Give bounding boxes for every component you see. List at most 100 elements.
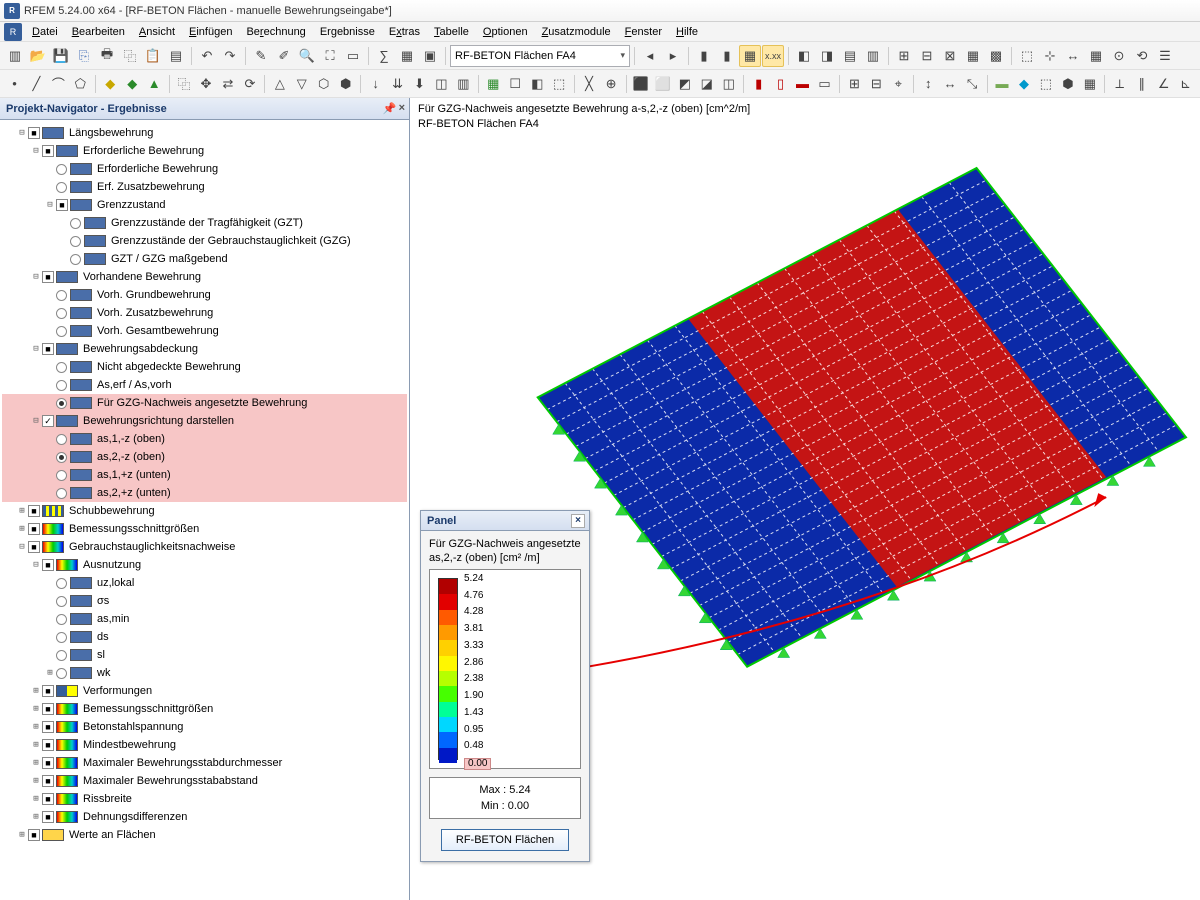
node-grenzzustand[interactable]: ⊟■Grenzzustand [2, 196, 407, 214]
t2-h1[interactable]: ╳ [579, 73, 600, 95]
menu-extras[interactable]: Extras [383, 24, 426, 40]
t2-l4[interactable]: ◫ [431, 73, 452, 95]
t2-w1[interactable]: ⊞ [844, 73, 865, 95]
node-gzg-nachweis[interactable]: Für GZG-Nachweis angesetzte Bewehrung [2, 394, 407, 412]
t2-g4[interactable]: ⬚ [549, 73, 570, 95]
t2-l3[interactable]: ⬇ [409, 73, 430, 95]
tb-grid[interactable]: ▦ [1085, 45, 1107, 67]
nav-pin-icon[interactable]: 📌 [383, 102, 397, 115]
menu-ansicht[interactable]: Ansicht [133, 24, 181, 40]
menu-bearbeiten[interactable]: Bearbeiten [66, 24, 131, 40]
tb-node[interactable]: ⊙ [1108, 45, 1130, 67]
t2-l1[interactable]: ↓ [365, 73, 386, 95]
t2-mv[interactable]: ✥ [196, 73, 217, 95]
menu-fenster[interactable]: Fenster [619, 24, 668, 40]
tb-iso[interactable]: ▦ [739, 45, 761, 67]
tb-next[interactable]: ▸ [662, 45, 684, 67]
t2-a2[interactable]: ◆ [122, 73, 143, 95]
t2-z1[interactable]: ⟂ [1109, 73, 1130, 95]
node-gzg[interactable]: Grenzzustände der Gebrauchstauglichkeit … [2, 232, 407, 250]
menu-tabelle[interactable]: Tabelle [428, 24, 475, 40]
t2-y2[interactable]: ◆ [1014, 73, 1035, 95]
t2-z4[interactable]: ⊾ [1175, 73, 1196, 95]
t2-a3[interactable]: ▲ [144, 73, 165, 95]
t2-z3[interactable]: ∠ [1153, 73, 1174, 95]
t2-l2[interactable]: ⇊ [387, 73, 408, 95]
node-ds[interactable]: ds [2, 628, 407, 646]
tb-grp2[interactable]: ◨ [816, 45, 838, 67]
tb-axis[interactable]: ⊹ [1039, 45, 1061, 67]
t2-s2[interactable]: ▽ [291, 73, 312, 95]
t2-r3[interactable]: ▬ [792, 73, 813, 95]
results-combo[interactable]: RF-BETON Flächen FA4 [450, 45, 630, 67]
tb-sel[interactable]: ▭ [342, 45, 364, 67]
tb-m4[interactable]: ▦ [962, 45, 984, 67]
node-erf-bewehrung-grp[interactable]: ⊟■Erforderliche Bewehrung [2, 142, 407, 160]
node-mindest[interactable]: ⊞■Mindestbewehrung [2, 736, 407, 754]
t2-v3[interactable]: ◩ [674, 73, 695, 95]
tb-print[interactable]: 🖶 [96, 45, 118, 67]
tb-undo[interactable]: ↶ [196, 45, 218, 67]
tb-zoomext[interactable]: ⛶ [319, 45, 341, 67]
t2-arc[interactable]: ⌒ [48, 73, 69, 95]
menu-datei[interactable]: Datei [26, 24, 64, 40]
node-vorh-zusatz[interactable]: Vorh. Zusatzbewehrung [2, 304, 407, 322]
menu-ergebnisse[interactable]: Ergebnisse [314, 24, 381, 40]
t2-s4[interactable]: ⬢ [335, 73, 356, 95]
menu-zusatzmodule[interactable]: Zusatzmodule [536, 24, 617, 40]
t2-s3[interactable]: ⬡ [313, 73, 334, 95]
tb-bar1[interactable]: ▮ [693, 45, 715, 67]
node-as-ratio[interactable]: As,erf / As,vorh [2, 376, 407, 394]
t2-rt[interactable]: ⟳ [239, 73, 260, 95]
node-ausnutzung[interactable]: ⊟■Ausnutzung [2, 556, 407, 574]
tb-copy[interactable]: ⿻ [119, 45, 141, 67]
t2-x3[interactable]: ⤡ [962, 73, 983, 95]
menu-optionen[interactable]: Optionen [477, 24, 534, 40]
node-maxdurch[interactable]: ⊞■Maximaler Bewehrungsstabdurchmesser [2, 754, 407, 772]
tb-calc[interactable]: ∑ [373, 45, 395, 67]
t2-r2[interactable]: ▯ [770, 73, 791, 95]
node-as2-oben[interactable]: as,2,-z (oben) [2, 448, 407, 466]
t2-w3[interactable]: ⌖ [888, 73, 909, 95]
t2-pt[interactable]: • [4, 73, 25, 95]
node-maxabst[interactable]: ⊞■Maximaler Bewehrungsstababstand [2, 772, 407, 790]
tb-save2[interactable]: ⎘ [73, 45, 95, 67]
tb-cube[interactable]: ⬚ [1016, 45, 1038, 67]
t2-g2[interactable]: ☐ [505, 73, 526, 95]
t2-x2[interactable]: ↔ [940, 73, 961, 95]
tb-prev[interactable]: ◂ [639, 45, 661, 67]
tb-m1[interactable]: ⊞ [893, 45, 915, 67]
t2-mr[interactable]: ⇄ [217, 73, 238, 95]
node-richtung-darstellen[interactable]: ⊟✓Bewehrungsrichtung darstellen [2, 412, 407, 430]
color-scale-panel[interactable]: Panel × Für GZG-Nachweis angesetzte as,2… [420, 510, 590, 862]
node-vorh-gesamt[interactable]: Vorh. Gesamtbewehrung [2, 322, 407, 340]
tb-m3[interactable]: ⊠ [939, 45, 961, 67]
menu-einfuegen[interactable]: Einfügen [183, 24, 238, 40]
tb-edit2[interactable]: ✐ [273, 45, 295, 67]
tb-rot[interactable]: ⟲ [1131, 45, 1153, 67]
t2-x1[interactable]: ↕ [918, 73, 939, 95]
node-bemessung2[interactable]: ⊞■Bemessungsschnittgrößen [2, 700, 407, 718]
node-sl[interactable]: sl [2, 646, 407, 664]
t2-poly[interactable]: ⬠ [70, 73, 91, 95]
tb-edit1[interactable]: ✎ [250, 45, 272, 67]
t2-g1[interactable]: ▦ [483, 73, 504, 95]
t2-r4[interactable]: ▭ [814, 73, 835, 95]
node-dehnung[interactable]: ⊞■Dehnungsdifferenzen [2, 808, 407, 826]
tb-tbl[interactable]: ▦ [396, 45, 418, 67]
node-as1-unten[interactable]: as,1,+z (unten) [2, 466, 407, 484]
tb-m5[interactable]: ▩ [985, 45, 1007, 67]
tb-grp1[interactable]: ◧ [793, 45, 815, 67]
node-uz[interactable]: uz,lokal [2, 574, 407, 592]
node-vorh-grund[interactable]: Vorh. Grundbewehrung [2, 286, 407, 304]
tb-bar2[interactable]: ▮ [716, 45, 738, 67]
t2-cp[interactable]: ⿻ [174, 73, 195, 95]
tb-paste[interactable]: 📋 [142, 45, 164, 67]
node-gebrauch[interactable]: ⊟■Gebrauchstauglichkeitsnachweise [2, 538, 407, 556]
t2-l5[interactable]: ▥ [453, 73, 474, 95]
t2-v5[interactable]: ◫ [718, 73, 739, 95]
tb-open[interactable]: 📂 [27, 45, 49, 67]
t2-v1[interactable]: ⬛ [630, 73, 651, 95]
node-verformungen[interactable]: ⊞■Verformungen [2, 682, 407, 700]
node-betonstahl[interactable]: ⊞■Betonstahlspannung [2, 718, 407, 736]
